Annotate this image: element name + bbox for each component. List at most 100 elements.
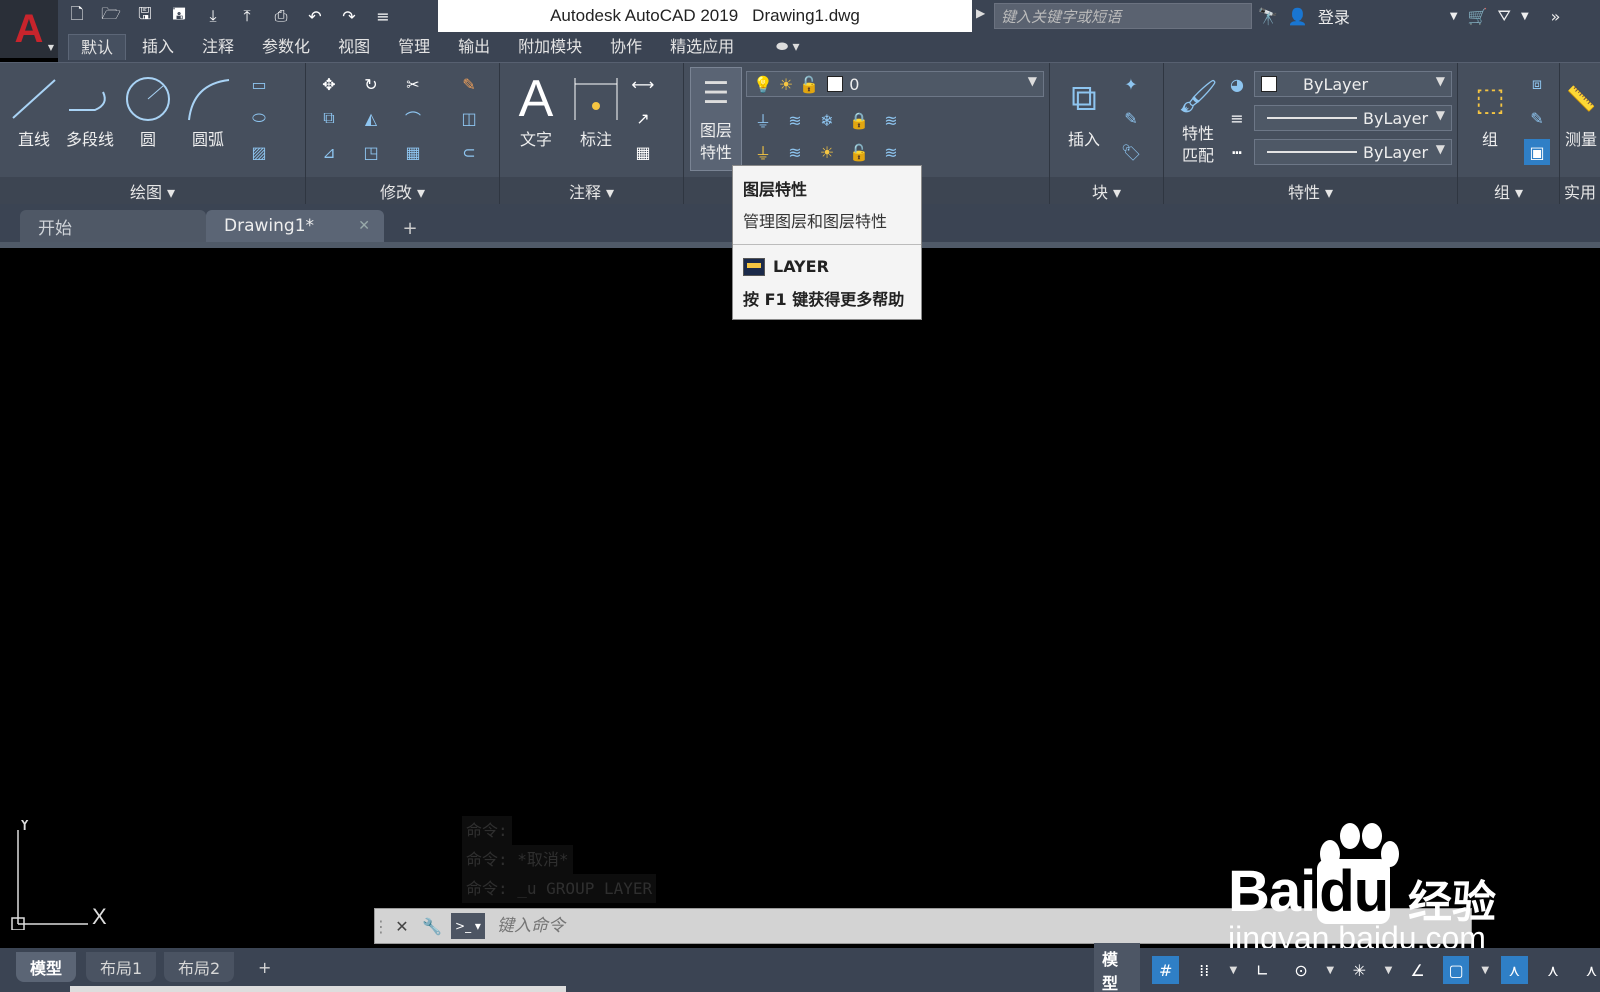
draw-panel-title[interactable]: 绘图 ▾ [0,177,305,205]
mirror-icon[interactable]: ◭ [358,105,384,131]
layer-unlock-icon[interactable]: 🔓 [846,139,872,165]
close-icon[interactable]: ✕ [387,909,417,943]
group-selection-icon[interactable]: ▣ [1524,139,1550,165]
properties-panel-title[interactable]: 特性 ▾ [1164,177,1457,205]
chevron-down-icon[interactable]: ▼ [1230,965,1238,976]
tab-parametric[interactable]: 参数化 [250,34,322,60]
tab-collaborate[interactable]: 协作 [598,34,654,60]
ortho-icon[interactable]: ∟ [1249,956,1276,984]
edit-attributes-icon[interactable]: 🏷 [1118,139,1144,165]
linetype-icon[interactable]: ┅ [1224,139,1250,165]
layer-freeze-icon[interactable]: ❄ [814,107,840,133]
command-prompt-icon[interactable]: >_ ▾ [451,913,485,939]
tab-addins[interactable]: 附加模块 [506,34,594,60]
layer-isolate-icon[interactable]: ≋ [782,107,808,133]
tab-drawing1[interactable]: Drawing1* ✕ [206,210,384,242]
move-icon[interactable]: ✥ [316,71,342,97]
layer-dropdown[interactable]: 💡 ☀ 🔓 0 ▼ [746,71,1044,97]
customize-qat-icon[interactable]: ≡ [370,3,396,29]
tab-annotate[interactable]: 注释 [190,34,246,60]
stretch-icon[interactable]: ⊿ [316,139,342,165]
ungroup-icon[interactable]: ⧈ [1524,71,1550,97]
undo-icon[interactable]: ↶ [302,3,328,29]
edit-block-icon[interactable]: ✎ [1118,105,1144,131]
tab-home[interactable]: 默认 [68,34,127,60]
auto-scale-icon[interactable]: ⋏ [1578,956,1600,984]
polyline-button[interactable]: 多段线 [62,69,118,151]
modify-panel-title[interactable]: 修改 ▾ [306,177,499,205]
chevron-down-icon[interactable]: ▼ [1521,11,1529,22]
group-edit-icon[interactable]: ✎ [1524,105,1550,131]
scale-icon[interactable]: ◳ [358,139,384,165]
lineweight-dropdown[interactable]: ByLayer ▼ [1254,105,1452,131]
block-panel-title[interactable]: 块 ▾ [1050,177,1163,205]
array-icon[interactable]: ▦ [400,139,426,165]
polar-icon[interactable]: ⊙ [1288,956,1315,984]
redo-icon[interactable]: ↷ [336,3,362,29]
tab-start[interactable]: 开始 [20,210,206,242]
fillet-icon[interactable]: ⌒ [400,105,426,131]
color-wheel-icon[interactable]: ◕ [1224,71,1250,97]
explode-icon[interactable]: ◫ [456,105,482,131]
rotate-icon[interactable]: ↻ [358,71,384,97]
new-drawing-tab-icon[interactable]: + [398,218,422,239]
ellipse-icon[interactable]: ⬭ [246,105,272,131]
rectangle-icon[interactable]: ▭ [246,71,272,97]
binoculars-icon[interactable]: 🔭 [1258,7,1278,26]
trim-icon[interactable]: ✂ [400,71,426,97]
close-icon[interactable]: ✕ [358,218,370,234]
save-icon[interactable]: 🖫 [132,3,158,29]
chevron-down-icon[interactable]: ▼ [1385,965,1393,976]
search-expand-icon[interactable]: ▶ [976,6,985,20]
layer-match-icon[interactable]: ≋ [878,107,904,133]
layer-off-icon[interactable]: ⏚ [750,107,776,133]
application-menu-button[interactable]: A ▼ [0,0,58,58]
groups-panel-title[interactable]: 组 ▾ [1458,177,1559,205]
selection-cycle-icon[interactable]: ▢ [1442,956,1470,984]
cart-icon[interactable]: 🛒 [1468,7,1488,26]
tab-view[interactable]: 视图 [326,34,382,60]
linear-dim-icon[interactable]: ⟷ [630,71,656,97]
tab-output[interactable]: 输出 [446,34,502,60]
new-layout-icon[interactable]: + [244,952,285,982]
angle-icon[interactable]: ∠ [1404,956,1431,984]
copy-icon[interactable]: ⧉ [316,105,342,131]
layout-tab-2[interactable]: 布局2 [164,952,235,982]
measure-button[interactable]: 📏 测量 [1562,69,1600,151]
dimension-button[interactable]: 标注 [568,69,624,151]
color-dropdown[interactable]: ByLayer ▼ [1254,71,1452,97]
search-input[interactable]: 键入关键字或短语 [994,3,1252,29]
insert-button[interactable]: ⧉ 插入 [1056,69,1112,151]
grip-icon[interactable]: ⋮ [373,909,389,943]
tab-insert[interactable]: 插入 [130,34,186,60]
more-icon[interactable]: » [1551,7,1561,26]
offset-icon[interactable]: ⊂ [456,139,482,165]
erase-icon[interactable]: ✎ [456,71,482,97]
hatch-icon[interactable]: ▨ [246,139,272,165]
tab-manage[interactable]: 管理 [386,34,442,60]
line-button[interactable]: 直线 [6,69,62,151]
model-space-button[interactable]: 模型 [1094,943,1141,992]
signin-link[interactable]: 登录 [1318,4,1350,28]
text-button[interactable]: A 文字 [508,69,564,151]
chevron-down-icon[interactable]: ▼ [1450,11,1458,22]
annotation-scale-icon[interactable]: ⋏ [1501,956,1528,984]
layer-lock-icon[interactable]: 🔒 [846,107,872,133]
plot-icon[interactable]: ⎙ [268,3,294,29]
layer-walk-icon[interactable]: ≋ [878,139,904,165]
annotation-panel-title[interactable]: 注释 ▾ [500,177,683,205]
save-web-icon[interactable]: ⤒ [234,3,260,29]
open-file-icon[interactable]: 🗁 [98,3,124,29]
annotation-visibility-icon[interactable]: ⋏ [1540,956,1567,984]
layout-tab-1[interactable]: 布局1 [86,952,157,982]
table-icon[interactable]: ▦ [630,139,656,165]
a360-icon[interactable]: ⛛ [1497,6,1510,26]
save-as-icon[interactable]: 🖪 [166,3,192,29]
osnap-icon[interactable]: ✳ [1346,956,1373,984]
chevron-down-icon[interactable]: ▼ [1481,965,1489,976]
layout-tab-model[interactable]: 模型 [16,952,77,982]
leader-icon[interactable]: ↗ [630,105,656,131]
create-block-icon[interactable]: ✦ [1118,71,1144,97]
wrench-icon[interactable]: 🔧 [417,909,447,943]
layer-properties-button[interactable]: ☰ 图层 特性 [690,67,742,171]
